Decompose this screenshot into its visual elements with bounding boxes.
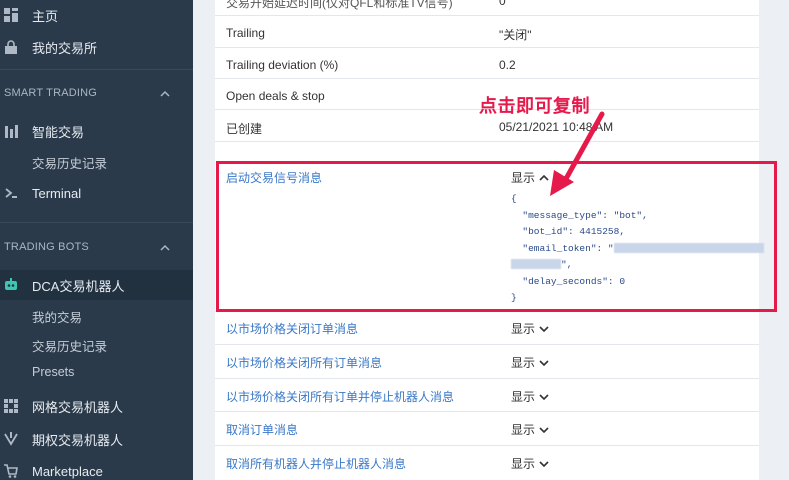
sidebar-item-label: 智能交易 <box>32 124 85 140</box>
sidebar-item-label: 网格交易机器人 <box>32 399 124 415</box>
section-trading-bots[interactable]: TRADING BOTS <box>4 241 89 253</box>
show-toggle[interactable]: 显示 <box>511 354 549 371</box>
sidebar-item-label: DCA交易机器人 <box>32 278 125 294</box>
sidebar-item-smart-trade[interactable]: 智能交易 <box>0 116 193 146</box>
highlight-box <box>216 161 777 312</box>
sidebar-item-my-deals[interactable]: 我的交易 <box>32 307 82 326</box>
sidebar-divider <box>0 69 193 70</box>
table-row-cancel: 取消订单消息 显示 <box>215 412 759 446</box>
table-row-close-market: 以市场价格关闭订单消息 显示 <box>215 312 759 345</box>
chevron-down-icon <box>539 460 549 467</box>
sidebar-item-marketplace[interactable]: Marketplace <box>0 456 193 480</box>
sidebar-item-label: 期权交易机器人 <box>32 432 124 448</box>
chevron-down-icon <box>539 325 549 332</box>
sidebar-item-label: Terminal <box>32 185 82 201</box>
sidebar-item-label: 主页 <box>32 8 59 24</box>
sidebar-item-my-exchange[interactable]: 我的交易所 <box>0 32 193 62</box>
bar-chart-icon <box>5 125 18 138</box>
sidebar-item-deal-history[interactable]: 交易历史记录 <box>32 336 107 355</box>
robot-icon <box>5 278 17 290</box>
sidebar-item-home[interactable]: 主页 <box>0 0 193 30</box>
sidebar-item-options-bot[interactable]: 期权交易机器人 <box>0 424 193 454</box>
table-row: Trailing deviation (%) 0.2 <box>215 48 759 79</box>
cart-icon <box>4 464 18 478</box>
chevron-down-icon <box>539 426 549 433</box>
table-row-close-all-market: 以市场价格关闭所有订单消息 显示 <box>215 345 759 379</box>
annotation-arrow-icon <box>550 111 605 196</box>
chevron-up-icon[interactable] <box>160 89 170 99</box>
options-icon <box>4 432 18 446</box>
sidebar-item-label: Marketplace <box>32 463 103 479</box>
sidebar-item-grid-bot[interactable]: 网格交易机器人 <box>0 391 193 421</box>
chevron-down-icon <box>539 359 549 366</box>
sidebar-item-presets[interactable]: Presets <box>32 365 74 379</box>
show-toggle[interactable]: 显示 <box>511 421 549 438</box>
sidebar-item-dca-bot[interactable]: DCA交易机器人 <box>0 270 193 300</box>
chevron-up-icon[interactable] <box>160 243 170 253</box>
grid-icon <box>4 399 18 413</box>
lock-icon <box>5 40 17 54</box>
sidebar-item-terminal[interactable]: Terminal <box>0 178 193 208</box>
table-row: 交易开始延迟时间(仅对QFL和标准TV信号) 0 <box>215 0 759 16</box>
table-row-close-all-stop: 以市场价格关闭所有订单并停止机器人消息 显示 <box>215 379 759 412</box>
show-toggle[interactable]: 显示 <box>511 388 549 405</box>
dashboard-icon <box>4 8 18 22</box>
sidebar-item-trade-history[interactable]: 交易历史记录 <box>32 153 107 172</box>
sidebar-divider <box>0 222 193 223</box>
signals-table-rest: 以市场价格关闭订单消息 显示 以市场价格关闭所有订单消息 显示 以市场价格关闭所… <box>215 312 759 480</box>
table-row-cancel-all-stop: 取消所有机器人并停止机器人消息 显示 <box>215 446 759 480</box>
show-toggle[interactable]: 显示 <box>511 320 549 337</box>
sidebar-item-label: 我的交易所 <box>32 40 98 56</box>
terminal-icon <box>5 188 17 198</box>
table-row: Trailing "关闭" <box>215 16 759 48</box>
show-toggle[interactable]: 显示 <box>511 455 549 472</box>
chevron-down-icon <box>539 393 549 400</box>
sidebar: 主页 我的交易所 SMART TRADING 智能交易 交易历史记录 Termi… <box>0 0 193 480</box>
section-smart-trading[interactable]: SMART TRADING <box>4 87 97 99</box>
